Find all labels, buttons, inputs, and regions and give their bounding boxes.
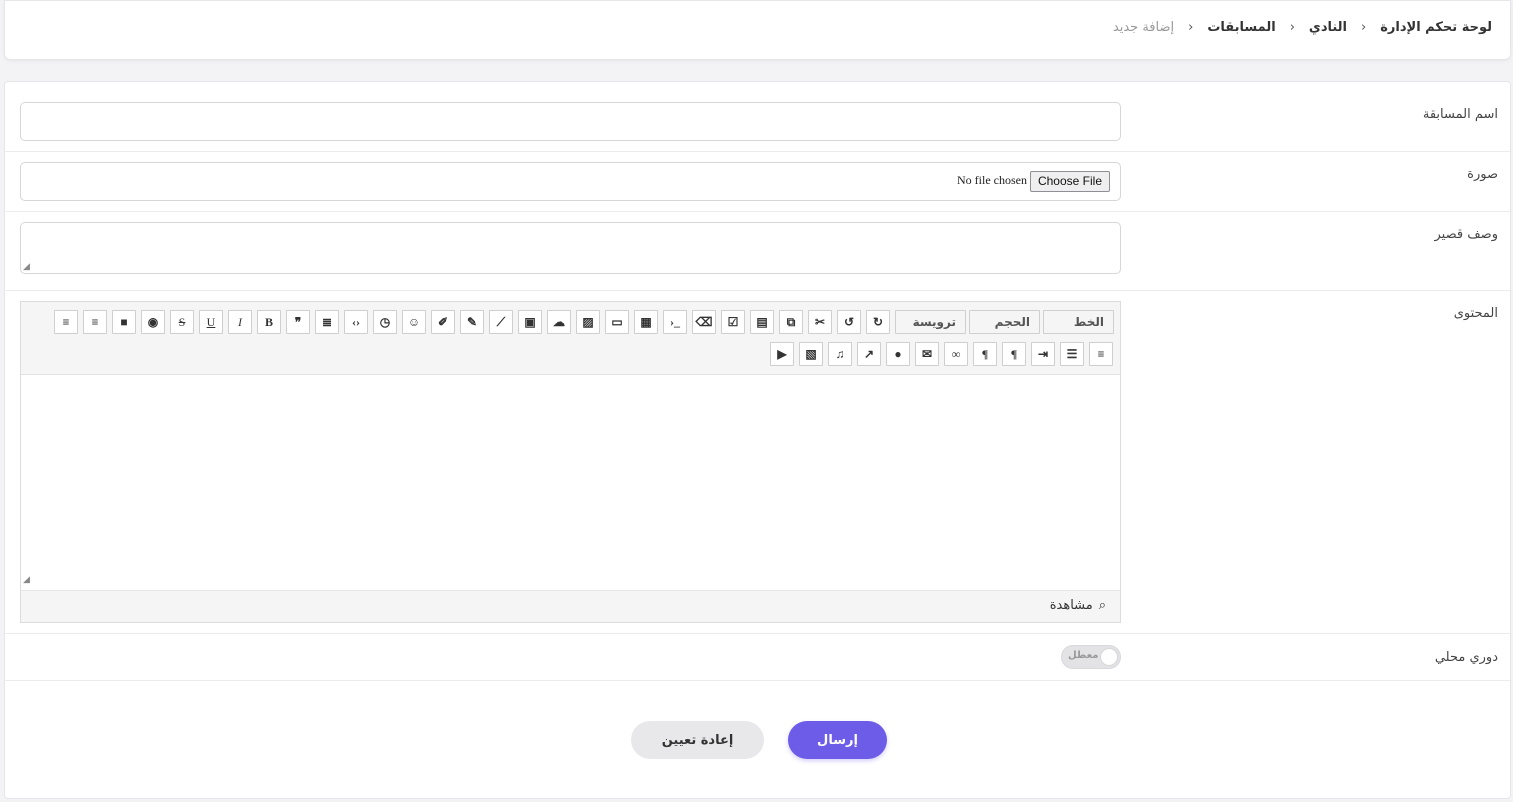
undo-icon[interactable]: ↺	[837, 310, 861, 334]
editor-toolbar: الخط الحجم ترويسة ↻ ↺ ✂ ⧉ ▤ ☑ ⌫ ›_ ▦ ▭ ▨…	[21, 302, 1120, 375]
competition-name-input[interactable]	[20, 102, 1121, 141]
size-select[interactable]: الحجم	[969, 310, 1040, 334]
edit-icon[interactable]: ✎	[460, 310, 484, 334]
external-link-icon[interactable]: ↗	[857, 342, 881, 366]
copy-icon[interactable]: ⧉	[779, 310, 803, 334]
align-left-icon[interactable]: ≡	[1089, 342, 1113, 366]
chevron-left-icon: ›	[1361, 20, 1367, 35]
underline-icon[interactable]: U	[199, 310, 223, 334]
local-league-label: دوري محلي	[1434, 650, 1498, 665]
history-icon[interactable]: ◷	[373, 310, 397, 334]
justify-icon[interactable]: ☰	[1060, 342, 1084, 366]
edit-box-icon[interactable]: ✐	[431, 310, 455, 334]
short-description-label: وصف قصير	[1434, 227, 1499, 242]
search-icon: ⌕	[1098, 598, 1106, 613]
form-card: اسم المسابقة صورة Choose File No file ch…	[4, 81, 1512, 799]
row-short-description: وصف قصير ◢	[5, 212, 1512, 291]
align-center-icon[interactable]: ≡	[54, 310, 78, 334]
code-icon[interactable]: ‹›	[344, 310, 368, 334]
cut-icon[interactable]: ✂	[808, 310, 832, 334]
preview-button[interactable]: ⌕ مشاهدة	[1050, 598, 1106, 613]
short-description-textarea[interactable]: ◢	[20, 222, 1121, 274]
eraser-icon[interactable]: ⌫	[692, 310, 716, 334]
comment-icon[interactable]: ●	[886, 342, 910, 366]
editor-footer: ⌕ مشاهدة	[21, 590, 1120, 622]
row-image: صورة Choose File No file chosen	[5, 152, 1512, 212]
bold-icon[interactable]: B	[257, 310, 281, 334]
terminal-icon[interactable]: ›_	[663, 310, 687, 334]
frame-icon[interactable]: ▭	[605, 310, 629, 334]
local-league-toggle[interactable]: معطل	[1061, 645, 1121, 669]
breadcrumb: لوحة تحكم الإدارة › النادي › المسابقات ›…	[1113, 20, 1492, 35]
list-icon[interactable]: ≣	[315, 310, 339, 334]
image-label: صورة	[1467, 167, 1498, 182]
video-icon[interactable]: ▶	[770, 342, 794, 366]
italic-icon[interactable]: I	[228, 310, 252, 334]
top-bar: لوحة تحكم الإدارة › النادي › المسابقات ›…	[4, 0, 1511, 60]
chevron-left-icon: ›	[1188, 20, 1194, 35]
row-competition-name: اسم المسابقة	[5, 82, 1512, 152]
document-icon[interactable]: ▦	[634, 310, 658, 334]
align-right-icon[interactable]: ≡	[83, 310, 107, 334]
rich-text-editor: الخط الحجم ترويسة ↻ ↺ ✂ ⧉ ▤ ☑ ⌫ ›_ ▦ ▭ ▨…	[20, 301, 1121, 623]
quote-icon[interactable]: ❞	[286, 310, 310, 334]
music-icon[interactable]: ♫	[828, 342, 852, 366]
image-icon[interactable]: ▨	[576, 310, 600, 334]
file-status: No file chosen	[957, 173, 1027, 187]
preview-label: مشاهدة	[1049, 598, 1093, 613]
heading-select[interactable]: ترويسة	[895, 310, 966, 334]
row-local-league: دوري محلي	[5, 634, 1512, 681]
link-brush-icon[interactable]: ⟋	[489, 310, 513, 334]
resize-grip-icon[interactable]: ◢	[23, 575, 30, 585]
choose-file-button[interactable]: Choose File	[1029, 171, 1110, 192]
breadcrumb-current: إضافة جديد	[1112, 20, 1175, 35]
chevron-left-icon: ›	[1289, 20, 1295, 35]
resize-grip-icon[interactable]: ◢	[23, 262, 30, 272]
gallery-icon[interactable]: ▧	[799, 342, 823, 366]
paste-icon[interactable]: ▤	[750, 310, 774, 334]
redo-icon[interactable]: ↻	[866, 310, 890, 334]
breadcrumb-dashboard[interactable]: لوحة تحكم الإدارة	[1380, 20, 1492, 35]
paragraph-ltr-icon[interactable]: ¶	[973, 342, 997, 366]
editor-content-area[interactable]: ◢	[21, 375, 1120, 586]
toggle-state-label: معطل	[1068, 650, 1099, 661]
font-select[interactable]: الخط	[1043, 310, 1114, 334]
palette-icon[interactable]: ◉	[141, 310, 165, 334]
strikethrough-icon[interactable]: S	[170, 310, 194, 334]
content-label: المحتوى	[1453, 306, 1498, 321]
color-block-icon[interactable]: ■	[112, 310, 136, 334]
competition-name-label: اسم المسابقة	[1422, 107, 1498, 122]
breadcrumb-club[interactable]: النادي	[1309, 20, 1347, 35]
envelope-icon[interactable]: ✉	[915, 342, 939, 366]
indent-icon[interactable]: ⇥	[1031, 342, 1055, 366]
checkbox-icon[interactable]: ☑	[721, 310, 745, 334]
smiley-icon[interactable]: ☺	[402, 310, 426, 334]
breadcrumb-competitions[interactable]: المسابقات	[1207, 20, 1275, 35]
archive-icon[interactable]: ▣	[518, 310, 542, 334]
image-file-input[interactable]: Choose File No file chosen	[20, 162, 1121, 201]
toggle-knob	[1100, 648, 1118, 666]
submit-button[interactable]: إرسال	[788, 721, 887, 759]
link-icon[interactable]: ∞	[944, 342, 968, 366]
reset-button[interactable]: إعادة تعيين	[631, 721, 764, 759]
paragraph-rtl-icon[interactable]: ¶	[1002, 342, 1026, 366]
upload-icon[interactable]: ☁	[547, 310, 571, 334]
